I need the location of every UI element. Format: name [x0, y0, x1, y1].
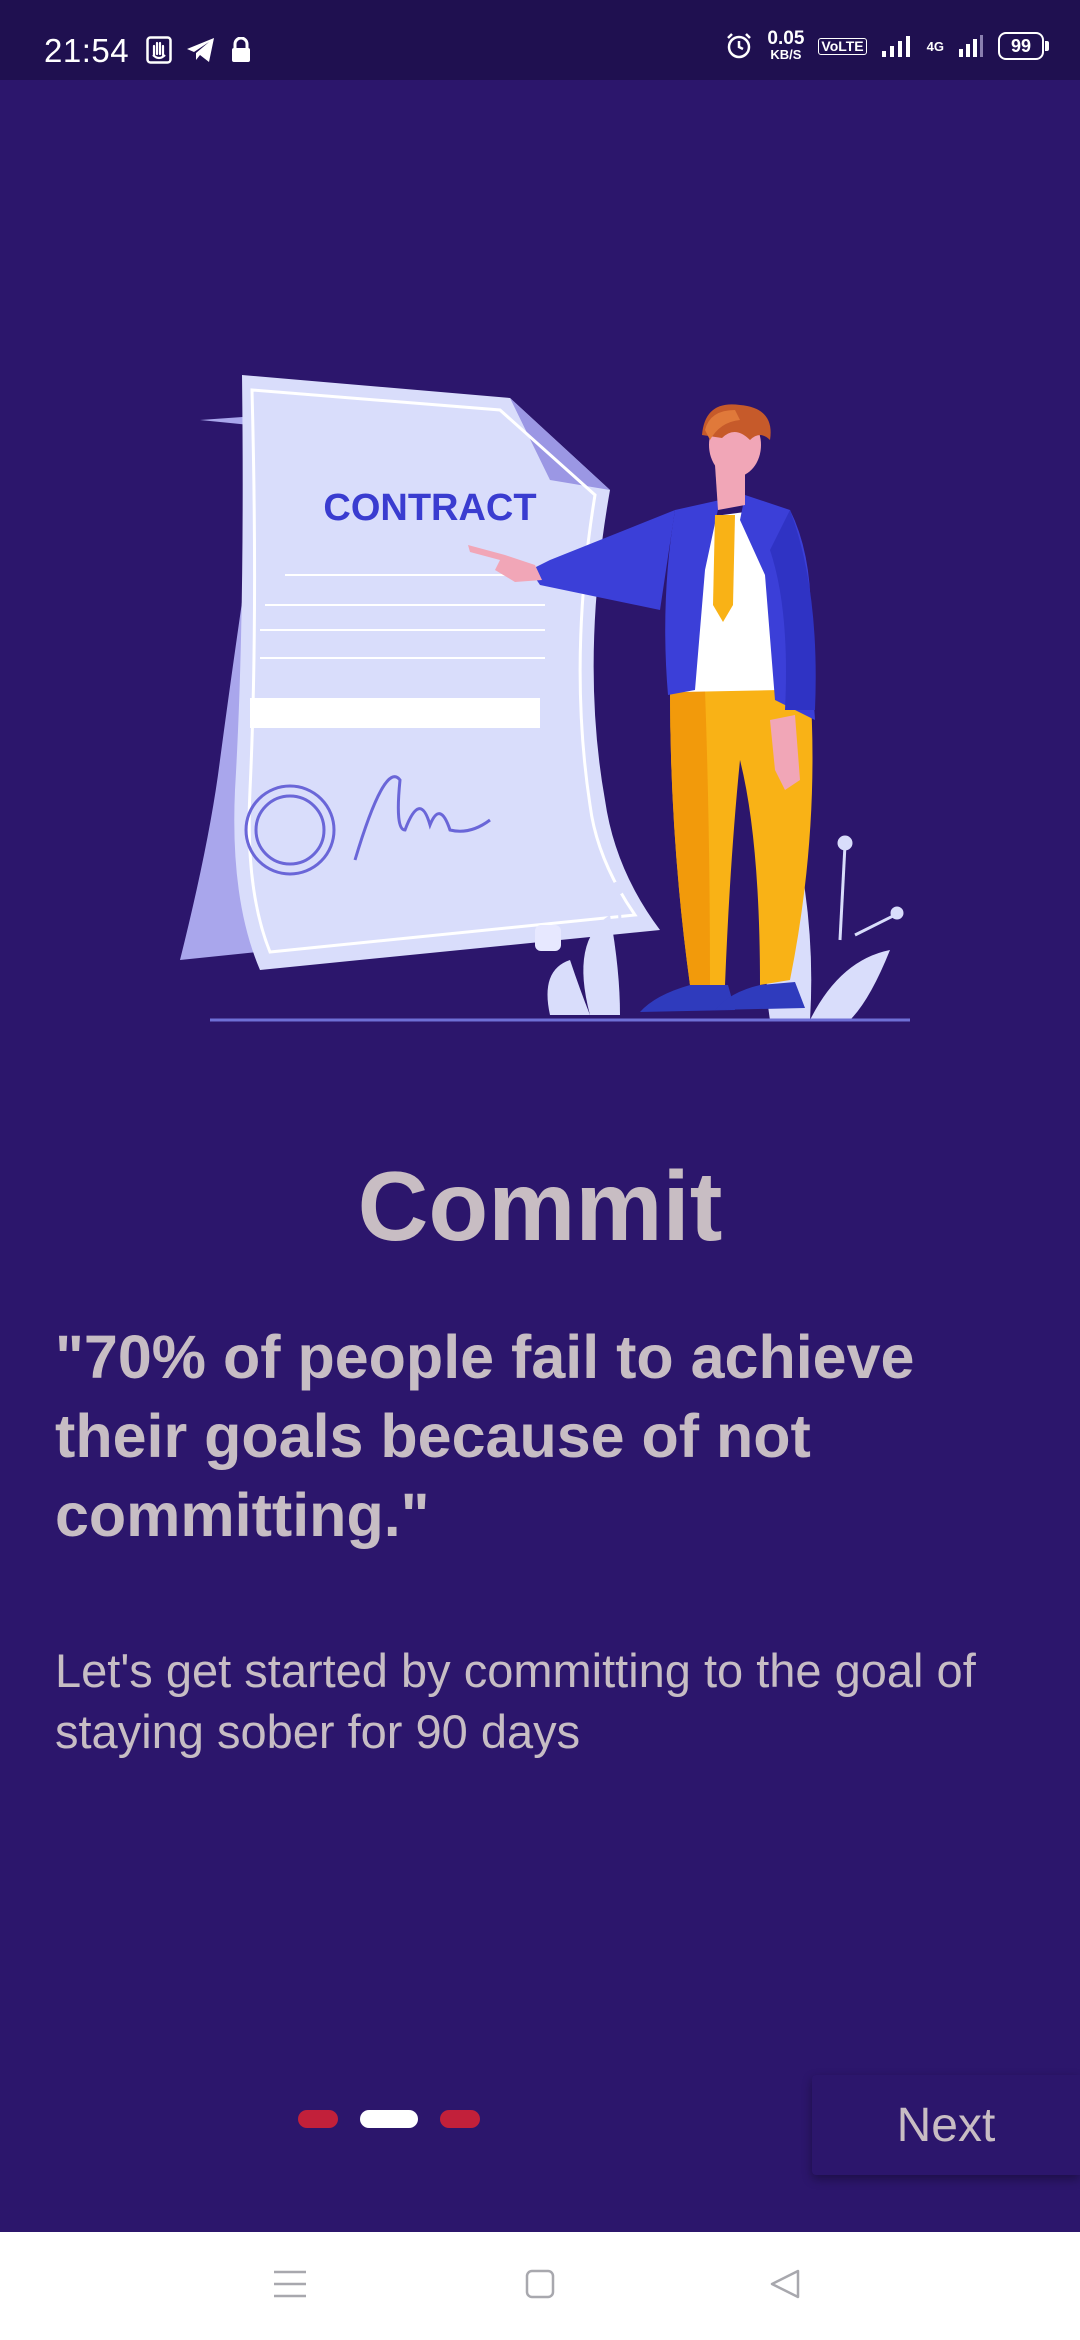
signal-icon: [881, 36, 910, 57]
menu-icon[interactable]: [272, 2268, 308, 2300]
contract-illustration: CONTRACT: [180, 375, 910, 1022]
next-button-label: Next: [896, 2098, 996, 2152]
telegram-icon: [187, 38, 214, 62]
battery-level: 99: [1010, 35, 1032, 56]
contract-document-title: CONTRACT: [323, 487, 536, 529]
home-square-icon[interactable]: [524, 2268, 556, 2300]
network-type: 4G: [926, 38, 944, 54]
status-right-icons: 0.05 KB/S VoLTE 4G 99: [725, 28, 1049, 62]
alarm-icon: [727, 33, 752, 59]
signal-2-icon: [959, 35, 983, 57]
page-indicator: [298, 2110, 480, 2128]
status-time: 21:54: [44, 32, 130, 69]
lock-icon: [232, 37, 250, 62]
battery-icon: 99: [998, 32, 1049, 60]
network-speed-unit: KB/S: [770, 47, 802, 62]
status-bar: 21:54 0.05 KB/S VoLTE 4G 99: [0, 0, 1080, 80]
volte-badge: VoLTE: [818, 37, 867, 55]
network-speed: 0.05 KB/S: [767, 28, 805, 62]
network-speed-value: 0.05: [767, 28, 805, 49]
page-indicator-dot[interactable]: [298, 2110, 338, 2128]
status-left-icons: [146, 36, 252, 64]
notification-hand-icon: [146, 36, 172, 64]
next-button[interactable]: Next: [812, 2075, 1080, 2175]
page-quote: "70% of people fail to achieve their goa…: [55, 1323, 915, 1549]
page-title: Commit: [357, 1151, 723, 1261]
page-indicator-dot-active[interactable]: [360, 2110, 418, 2128]
contract-signature-box: [250, 698, 540, 728]
page-indicator-dot[interactable]: [440, 2110, 480, 2128]
system-navigation-bar: [0, 2232, 1080, 2340]
back-triangle-icon[interactable]: [768, 2268, 802, 2300]
contract-front-sheet: [234, 375, 660, 970]
page-description: Let's get started by committing to the g…: [55, 1644, 976, 1758]
